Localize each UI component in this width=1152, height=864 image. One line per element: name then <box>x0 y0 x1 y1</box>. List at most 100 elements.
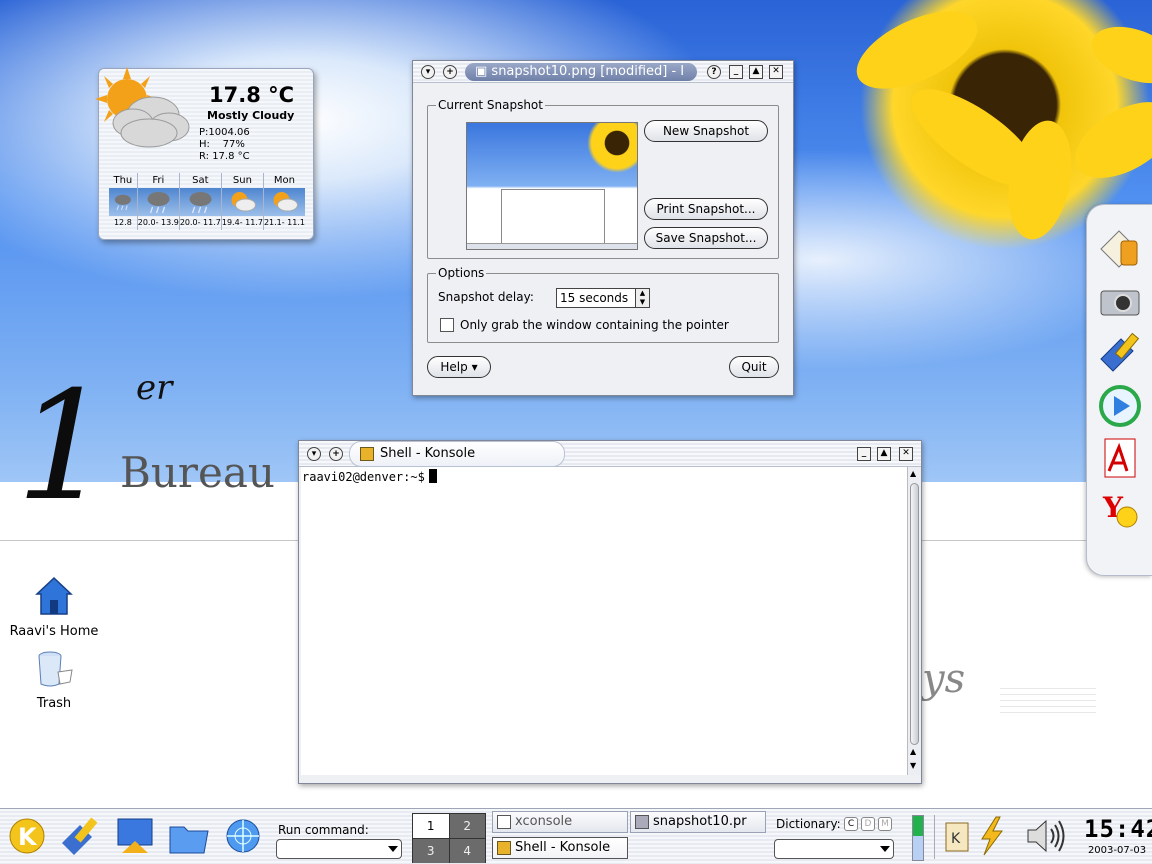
desktop-icon-home[interactable]: Raavi's Home <box>4 576 104 639</box>
taskbar-item-xconsole[interactable]: xconsole <box>492 811 628 833</box>
weather-real-feel: R: 17.8 °C <box>199 151 250 162</box>
window-title: ▣ snapshot10.png [modified] - I <box>465 63 697 81</box>
pager-desktop-3[interactable]: 3 <box>413 839 449 863</box>
pager-desktop-4[interactable]: 4 <box>449 839 485 863</box>
grab-window-label: Only grab the window containing the poin… <box>460 318 729 332</box>
print-snapshot-button[interactable]: Print Snapshot... <box>644 198 768 220</box>
ksnapshot-titlebar[interactable]: ▾ + ▣ snapshot10.png [modified] - I ? _ … <box>413 61 793 83</box>
help-button[interactable]: Help ▾ <box>427 356 491 378</box>
forecast-day-name: Sat <box>192 175 209 186</box>
desktop-icon[interactable] <box>112 813 158 859</box>
dictionary-label: Dictionary: <box>776 817 841 831</box>
dropdown-arrow-icon[interactable] <box>880 846 890 852</box>
delay-label: Snapshot delay: <box>438 290 534 304</box>
help-button-label: Help <box>440 360 468 374</box>
dict-button-c[interactable]: C <box>844 817 858 831</box>
terminal-scrollbar[interactable]: ▲ ▲ ▼ <box>907 467 921 775</box>
terminal-area[interactable]: raavi02@denver:~$ <box>301 467 907 775</box>
partly-sunny-icon <box>221 188 263 216</box>
maximize-button[interactable]: ▲ <box>749 65 763 79</box>
current-snapshot-group: Current Snapshot New Snapshot Print Snap… <box>427 98 779 259</box>
sticky-button[interactable]: + <box>329 447 343 461</box>
lightning-icon[interactable] <box>974 813 1010 859</box>
wallpaper-bureau-text: Bureau <box>120 448 275 497</box>
media-player-icon[interactable] <box>1097 383 1143 429</box>
dict-button-m[interactable]: M <box>878 817 892 831</box>
konsole-titlebar[interactable]: ▾ + Shell - Konsole _ ▲ ✕ <box>299 441 921 467</box>
weather-pressure: P:1004.06 <box>199 127 250 138</box>
snapshot-preview <box>466 122 638 250</box>
scrollbar-thumb[interactable] <box>910 483 919 745</box>
group-label: Options <box>436 266 487 280</box>
pager-desktop-2[interactable]: 2 <box>449 814 485 838</box>
svg-text:K: K <box>18 823 38 851</box>
panel-separator <box>934 815 935 859</box>
edit-icon[interactable] <box>58 813 104 859</box>
rain-cloud-icon <box>179 188 221 216</box>
ksnapshot-window[interactable]: ▾ + ▣ snapshot10.png [modified] - I ? _ … <box>412 60 794 396</box>
window-menu-button[interactable]: ▾ <box>307 447 321 461</box>
new-snapshot-button[interactable]: New Snapshot <box>644 120 768 142</box>
system-monitor-gauge[interactable] <box>912 815 924 861</box>
forecast-range: 21.1- 11.1 <box>263 218 305 227</box>
clock[interactable]: 15:42 2003-07-03 <box>1084 813 1152 863</box>
partly-sunny-icon <box>263 188 305 216</box>
dict-button-d[interactable]: D <box>861 817 875 831</box>
window-menu-button[interactable]: ▾ <box>421 65 435 79</box>
mail-icon[interactable] <box>1097 227 1143 273</box>
window-title-text: Shell - Konsole <box>380 446 476 461</box>
klipper-icon[interactable]: K <box>940 813 974 859</box>
close-button[interactable]: ✕ <box>899 447 913 461</box>
clock-time: 15:42 <box>1084 815 1152 843</box>
sticky-button[interactable]: + <box>443 65 457 79</box>
close-button[interactable]: ✕ <box>769 65 783 79</box>
preview-sunflower <box>587 123 637 173</box>
browser-globe-icon[interactable] <box>220 813 266 859</box>
scroll-down-icon[interactable]: ▼ <box>910 761 916 770</box>
k-menu-icon[interactable]: K <box>4 813 50 859</box>
quit-button[interactable]: Quit <box>729 356 779 378</box>
maximize-button[interactable]: ▲ <box>877 447 891 461</box>
weather-forecast: Thu 12.8 Fri 20.0- 13.9 Sat 20.0- 11.7 S… <box>109 173 305 230</box>
taskbar-item-konsole[interactable]: Shell - Konsole <box>492 837 628 859</box>
konsole-icon <box>360 447 374 461</box>
forecast-day-name: Sun <box>232 175 252 186</box>
dropdown-arrow-icon[interactable] <box>388 846 398 852</box>
editor-icon[interactable] <box>1097 329 1143 375</box>
weather-temperature: 17.8 °C <box>209 83 295 107</box>
forecast-day-name: Thu <box>113 175 133 186</box>
desktop-icon-label: Trash <box>36 696 72 711</box>
run-command-label: Run command: <box>278 823 369 837</box>
forecast-range: 20.0- 13.9 <box>137 218 179 227</box>
folder-icon[interactable] <box>166 813 212 859</box>
dropdown-arrow-icon: ▾ <box>471 360 478 374</box>
desktop-icon-trash[interactable]: Trash <box>4 648 104 711</box>
pdf-icon[interactable] <box>1097 435 1143 481</box>
konsole-window[interactable]: ▾ + Shell - Konsole _ ▲ ✕ raavi02@denver… <box>298 440 922 784</box>
scroll-up-icon[interactable]: ▲ <box>910 469 916 478</box>
minimize-button[interactable]: _ <box>729 65 743 79</box>
spin-arrows-icon[interactable]: ▲ ▼ <box>635 289 649 307</box>
help-question-button[interactable]: ? <box>707 65 721 79</box>
camera-icon[interactable] <box>1097 279 1143 325</box>
wallpaper-faded-text <box>1000 688 1096 718</box>
pager-desktop-1[interactable]: 1 <box>413 814 449 838</box>
task-label: xconsole <box>515 814 573 829</box>
weather-widget[interactable]: 17.8 °C Mostly Cloudy P:1004.06 H: 77% R… <box>95 67 314 240</box>
yahoo-messenger-icon[interactable]: Y <box>1097 487 1143 533</box>
taskbar-item-snapshot[interactable]: snapshot10.pr <box>630 811 766 833</box>
task-label: snapshot10.pr <box>653 814 747 829</box>
volume-icon[interactable] <box>1022 813 1070 859</box>
text-cursor <box>428 469 437 483</box>
scroll-up-icon[interactable]: ▲ <box>910 747 916 756</box>
dictionary-input[interactable] <box>774 839 894 859</box>
minimize-button[interactable]: _ <box>857 447 871 461</box>
trash-icon <box>38 651 73 687</box>
save-snapshot-button[interactable]: Save Snapshot... <box>644 227 768 249</box>
preview-taskbar <box>467 243 637 249</box>
delay-spinbox[interactable]: 15 seconds ▲ ▼ <box>556 288 650 308</box>
delay-value: 15 seconds <box>560 291 629 305</box>
run-command-input[interactable] <box>276 839 402 859</box>
grab-window-checkbox[interactable] <box>440 318 454 332</box>
forecast-day: Sat 20.0- 11.7 <box>178 173 221 230</box>
